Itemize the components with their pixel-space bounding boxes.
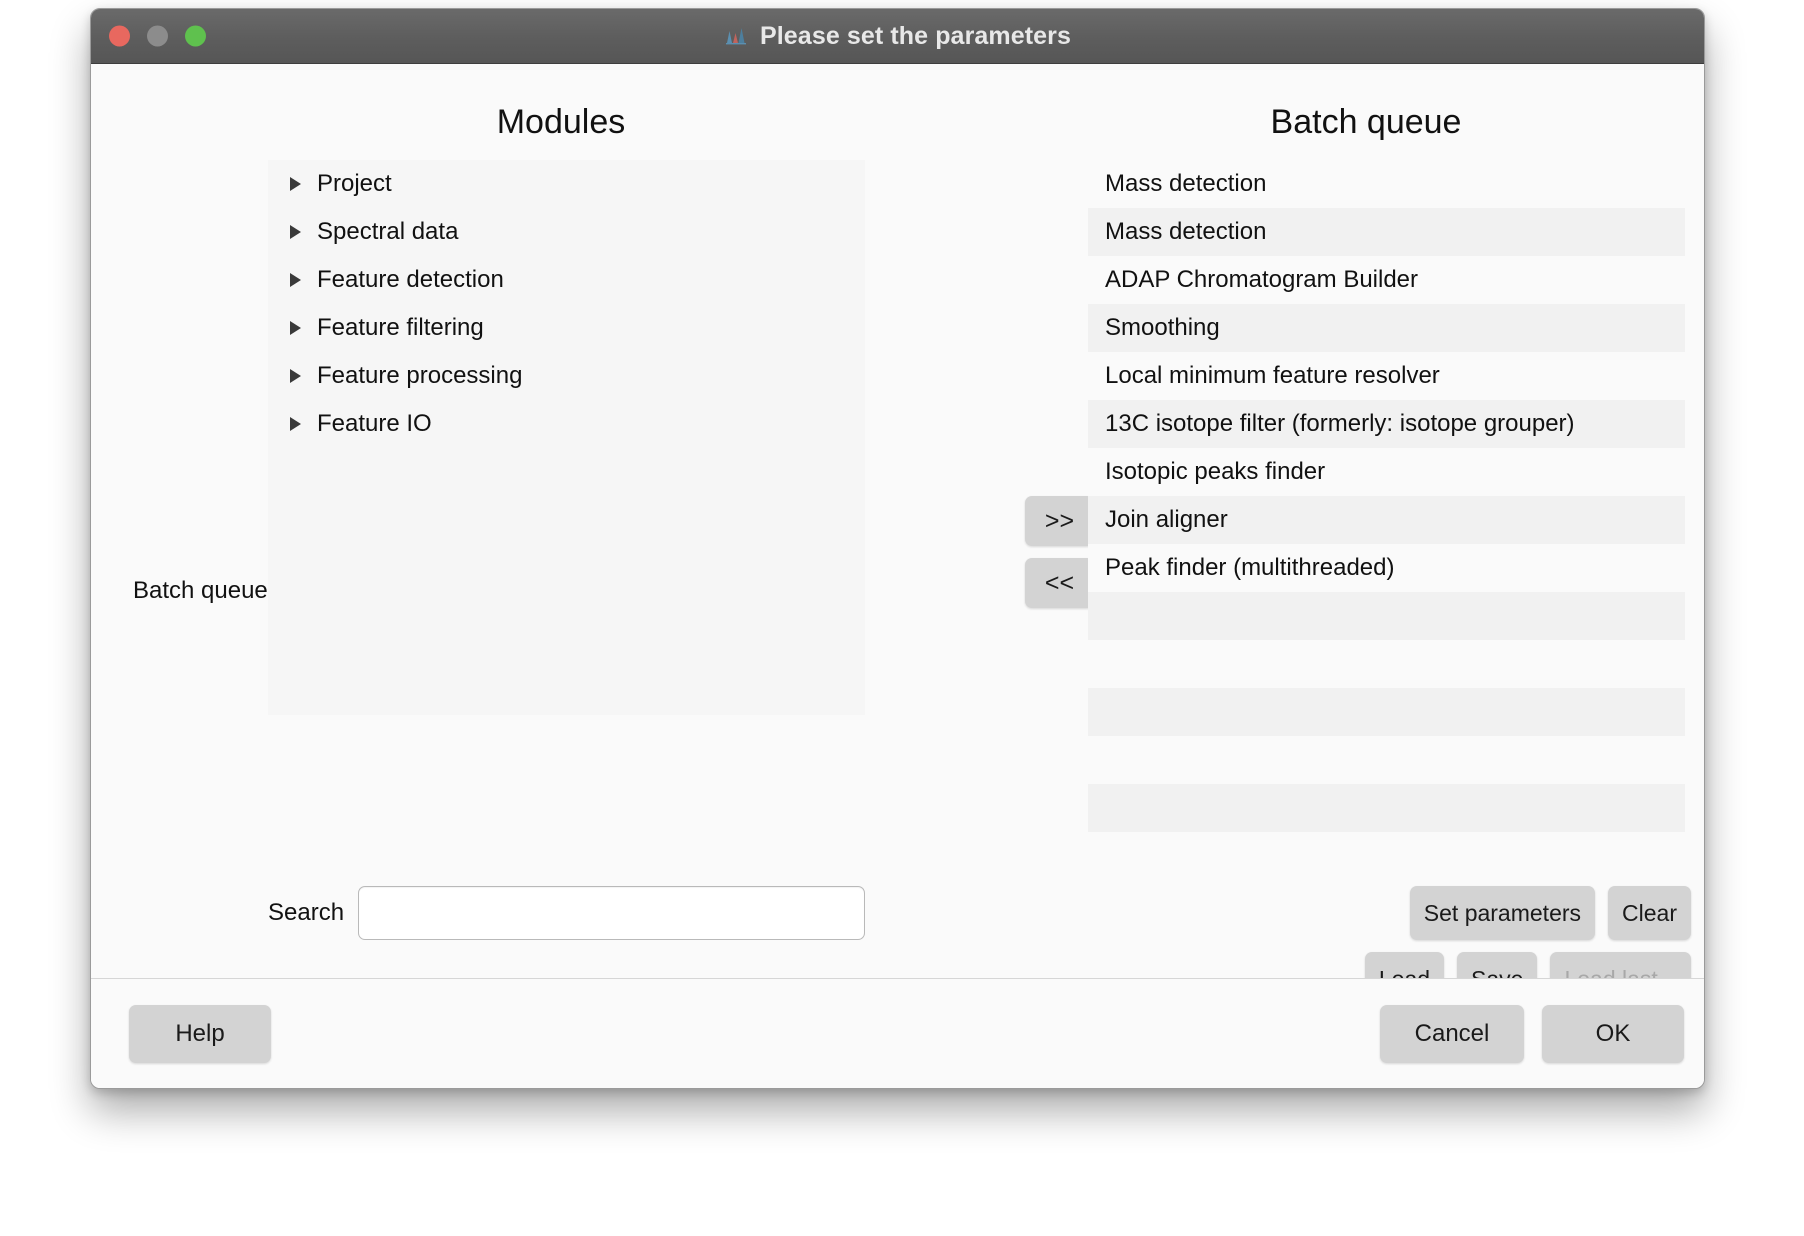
chevron-right-icon[interactable] [290, 273, 301, 287]
screen: Please set the parameters Modules Batch … [0, 0, 1804, 1236]
chevron-right-icon[interactable] [290, 369, 301, 383]
tree-item-label: Project [317, 170, 392, 197]
list-item[interactable]: Local minimum feature resolver [1088, 352, 1685, 400]
list-item-empty[interactable] [1088, 784, 1685, 832]
tree-item-feature-detection[interactable]: Feature detection [268, 256, 865, 304]
cancel-button[interactable]: Cancel [1380, 1005, 1524, 1063]
list-item[interactable]: Peak finder (multithreaded) [1088, 544, 1685, 592]
batch-queue-heading: Batch queue [1270, 103, 1462, 141]
list-item[interactable]: ADAP Chromatogram Builder [1088, 256, 1685, 304]
batch-queue-list[interactable]: Mass detection Mass detection ADAP Chrom… [1088, 160, 1685, 873]
tree-item-label: Feature processing [317, 362, 523, 389]
clear-button[interactable]: Clear [1608, 886, 1691, 940]
window-title-group: Please set the parameters [91, 9, 1704, 63]
tree-item-project[interactable]: Project [268, 160, 865, 208]
transfer-button-group: >> << [1025, 496, 1094, 608]
tree-item-label: Feature detection [317, 266, 504, 293]
chevron-right-icon[interactable] [290, 417, 301, 431]
remove-from-queue-button[interactable]: << [1025, 558, 1094, 608]
modules-heading: Modules [496, 103, 626, 141]
dialog-body: Modules Batch queue Batch queue Project … [91, 64, 1704, 1006]
tree-item-label: Feature filtering [317, 314, 484, 341]
tree-item-feature-io[interactable]: Feature IO [268, 400, 865, 448]
mzmine-peaks-icon [724, 22, 748, 51]
chevron-right-icon[interactable] [290, 177, 301, 191]
chevron-right-icon[interactable] [290, 321, 301, 335]
list-item[interactable]: Smoothing [1088, 304, 1685, 352]
dialog-window: Please set the parameters Modules Batch … [90, 8, 1705, 1089]
chevron-right-icon[interactable] [290, 225, 301, 239]
list-item-empty[interactable] [1088, 640, 1685, 688]
list-item-empty[interactable] [1088, 688, 1685, 736]
queue-action-row-1: Set parameters Clear [1161, 886, 1691, 940]
list-item[interactable]: Join aligner [1088, 496, 1685, 544]
modules-tree[interactable]: Project Spectral data Feature detection … [268, 160, 865, 715]
dialog-footer: Help Cancel OK [91, 978, 1704, 1088]
search-row: Search [268, 886, 865, 940]
search-label: Search [268, 899, 345, 926]
list-item[interactable]: Mass detection [1088, 160, 1685, 208]
list-item[interactable]: Isotopic peaks finder [1088, 448, 1685, 496]
tree-item-label: Spectral data [317, 218, 459, 245]
add-to-queue-button[interactable]: >> [1025, 496, 1094, 546]
list-item[interactable]: 13C isotope filter (formerly: isotope gr… [1088, 400, 1685, 448]
list-item-empty[interactable] [1088, 736, 1685, 784]
tree-item-feature-filtering[interactable]: Feature filtering [268, 304, 865, 352]
tree-item-spectral-data[interactable]: Spectral data [268, 208, 865, 256]
tree-item-feature-processing[interactable]: Feature processing [268, 352, 865, 400]
ok-button[interactable]: OK [1542, 1005, 1684, 1063]
list-item-empty[interactable] [1088, 592, 1685, 640]
set-parameters-button[interactable]: Set parameters [1409, 886, 1596, 940]
window-title-bar: Please set the parameters [91, 9, 1704, 64]
window-title: Please set the parameters [759, 21, 1071, 50]
tree-item-label: Feature IO [317, 410, 432, 437]
help-button[interactable]: Help [129, 1005, 271, 1063]
list-item[interactable]: Mass detection [1088, 208, 1685, 256]
footer-inner: Help Cancel OK [111, 979, 1684, 1088]
batch-queue-caption: Batch queue [133, 577, 268, 604]
search-input[interactable] [358, 886, 865, 940]
